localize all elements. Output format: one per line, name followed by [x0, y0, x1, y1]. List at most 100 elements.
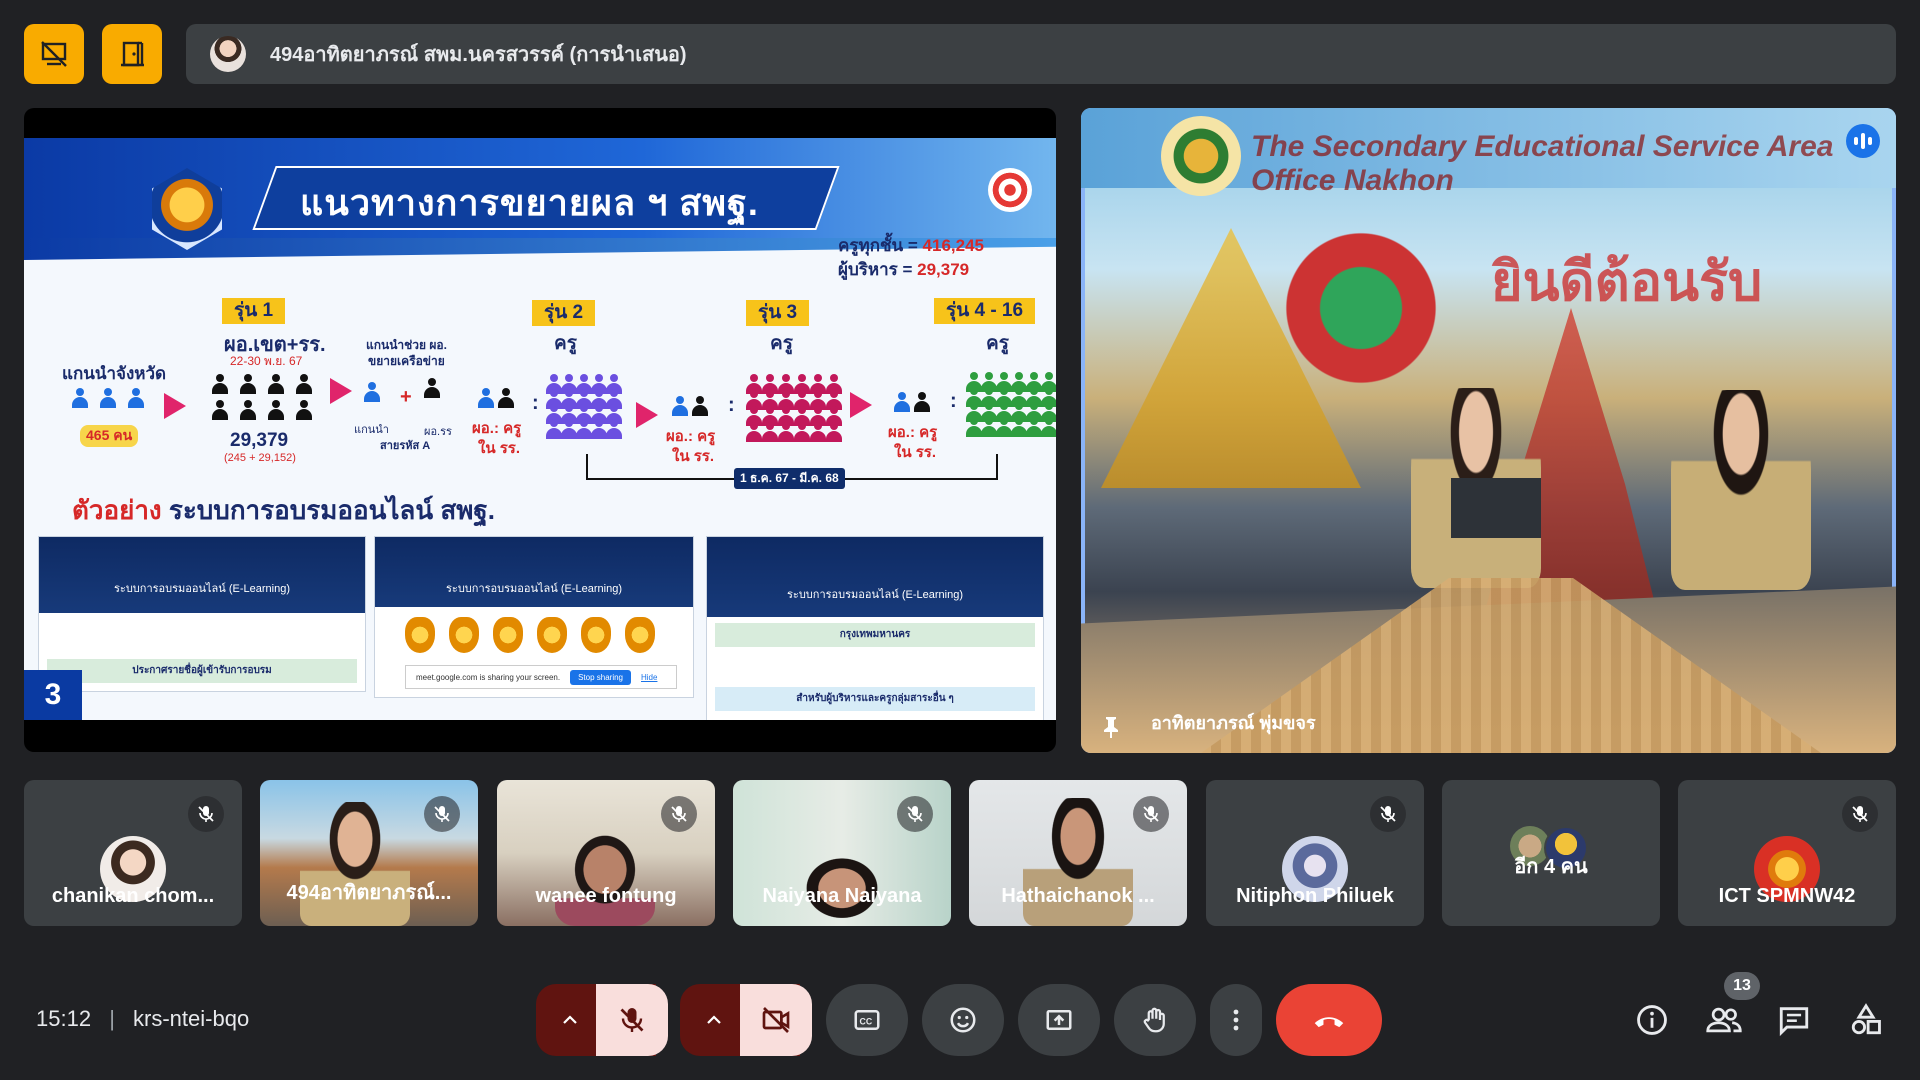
mic-off-icon — [424, 796, 460, 832]
chat-button[interactable] — [1770, 996, 1818, 1044]
camera-off-icon — [762, 1007, 790, 1033]
layout-button[interactable] — [102, 24, 162, 84]
presenter-avatar — [210, 36, 246, 72]
colon-separator: : — [728, 394, 735, 416]
pin-icon[interactable] — [1101, 715, 1121, 739]
ratio-people-icon — [892, 392, 930, 412]
period-label: 1 ธ.ค. 67 - มี.ค. 68 — [734, 468, 845, 489]
batch1-date: 22-30 พ.ย. 67 — [230, 354, 303, 368]
welcome-text: ยินดีต้อนรับ — [1491, 252, 1763, 312]
batch3-teacher: ครู — [770, 333, 793, 354]
colon-separator: : — [950, 390, 957, 412]
batch4-badge: รุ่น 4 - 16 — [934, 298, 1036, 324]
participant-name: Nitiphon Philuek — [1236, 885, 1394, 907]
mic-off-icon — [1133, 796, 1169, 832]
meeting-details-button[interactable] — [1628, 996, 1676, 1044]
chevron-up-icon — [563, 1015, 577, 1024]
meeting-info: 15:12 | krs-ntei-bqo — [36, 1006, 250, 1031]
teachers-total: ครูทุกชั้น = 416,245 — [838, 236, 984, 255]
ratio-people-icon — [476, 388, 514, 408]
participant-name: ICT SPMNW42 — [1718, 885, 1856, 907]
batch4-people-icon — [964, 372, 1056, 437]
batch3-people-icon — [744, 374, 842, 442]
chevron-up-icon — [707, 1015, 721, 1024]
batch1-breakdown: (245 + 29,152) — [224, 452, 296, 464]
colon-separator: : — [532, 392, 539, 414]
reactions-button[interactable] — [922, 984, 1004, 1056]
svg-text:CC: CC — [860, 1016, 873, 1026]
raise-hand-button[interactable] — [1114, 984, 1196, 1056]
mic-toggle-button[interactable] — [596, 984, 668, 1056]
presenter-title: 494อาทิตยาภรณ์ สพม.นครสวรรค์ (การนำเสนอ) — [270, 44, 687, 66]
director-person-icon — [422, 378, 452, 408]
shared-presentation[interactable]: แนวทางการขยายผล ฯ สพฐ. ครูทุกชั้น = 416,… — [24, 108, 1056, 752]
participant-tile[interactable]: wanee fontung — [497, 780, 715, 926]
meeting-code: krs-ntei-bqo — [133, 1006, 250, 1031]
elearning-thumbnail-1: ระบบการอบรมออนไลน์ (E-Learning) ประกาศรา… — [38, 536, 366, 692]
mic-off-icon — [897, 796, 933, 832]
end-call-icon — [1314, 1017, 1344, 1028]
people-count-badge: 13 — [1724, 972, 1760, 1000]
lead-person-icon — [362, 382, 388, 408]
arrow-icon — [636, 402, 658, 428]
participant-tile[interactable]: 494อาทิตยาภรณ์... — [260, 780, 478, 926]
participant-tile[interactable]: ICT SPMNW42 — [1678, 780, 1896, 926]
participant-name: 494อาทิตยาภรณ์... — [286, 882, 452, 904]
arrow-icon — [330, 378, 352, 404]
plus-icon: + — [400, 386, 412, 408]
present-button[interactable] — [1018, 984, 1100, 1056]
more-vert-icon — [1233, 1009, 1239, 1031]
camera-toggle-button[interactable] — [740, 984, 812, 1056]
batch3-badge: รุ่น 3 — [746, 300, 810, 326]
participant-tile[interactable]: chanikan chom... — [24, 780, 242, 926]
assist-lead-label-2: ขยายเครือข่าย — [368, 354, 445, 368]
participant-name: Hathaichanok ... — [1001, 885, 1155, 907]
active-speaker-video[interactable]: The Secondary Educational Service Area O… — [1081, 108, 1896, 753]
elearning-thumbnail-3: ระบบการอบรมออนไลน์ (E-Learning) กรุงเทพม… — [706, 536, 1044, 720]
participant-name: Naiyana Naiyana — [762, 885, 922, 907]
example-heading: ตัวอย่าง ระบบการอบรมออนไลน์ สพฐ. — [72, 495, 495, 525]
province-lead-people-icon — [70, 388, 152, 412]
door-icon — [121, 41, 144, 67]
mic-off-icon — [1842, 796, 1878, 832]
mic-off-icon — [1370, 796, 1406, 832]
participant-tile[interactable]: Naiyana Naiyana — [733, 780, 951, 926]
hand-icon — [1143, 1007, 1165, 1033]
participant-name: wanee fontung — [535, 885, 677, 907]
province-lead-count: 465 คน — [80, 425, 139, 447]
people-button[interactable] — [1700, 996, 1748, 1044]
slide-page-number: 3 — [24, 670, 82, 720]
network-a-label: สายรหัส A — [380, 440, 431, 452]
info-icon — [1637, 1005, 1667, 1035]
ratio-people-icon — [670, 396, 708, 416]
clock-time: 15:12 — [36, 1006, 92, 1031]
people-icon — [1706, 1007, 1742, 1033]
leave-call-button[interactable] — [1276, 984, 1382, 1056]
batch4-teacher: ครู — [986, 333, 1009, 354]
batch2-teacher: ครู — [554, 333, 577, 354]
elearning-thumbnail-2: ระบบการอบรมออนไลน์ (E-Learning) meet.goo… — [374, 536, 694, 698]
batch2-people-icon — [544, 374, 622, 439]
participant-tile[interactable]: Hathaichanok ... — [969, 780, 1187, 926]
batch1-total: 29,379 — [230, 430, 289, 451]
captions-button[interactable]: CC — [826, 984, 908, 1056]
admins-total: ผู้บริหาร = 29,379 — [838, 260, 970, 279]
active-speaker-name: อาทิตยาภรณ์ พุ่มขจร — [1151, 713, 1316, 733]
arrow-icon — [850, 392, 872, 418]
chat-icon — [1779, 1007, 1809, 1037]
more-participants-tile[interactable]: อีก 4 คน — [1442, 780, 1660, 926]
captions-icon: CC — [854, 1010, 880, 1030]
participant-tile[interactable]: Nitiphon Philuek — [1206, 780, 1424, 926]
participant-name: chanikan chom... — [51, 885, 215, 907]
mic-off-icon — [661, 796, 697, 832]
mic-off-icon — [188, 796, 224, 832]
more-options-button[interactable] — [1210, 984, 1262, 1056]
shapes-icon — [1851, 1003, 1881, 1035]
slide-title: แนวทางการขยายผล ฯ สพฐ. — [300, 182, 759, 223]
target-icon — [988, 168, 1032, 212]
emoji-icon — [950, 1007, 976, 1033]
hide-screen-icon — [41, 41, 67, 67]
activities-button[interactable] — [1842, 996, 1890, 1044]
speaking-indicator-icon — [1846, 124, 1880, 158]
hide-presentation-button[interactable] — [24, 24, 84, 84]
